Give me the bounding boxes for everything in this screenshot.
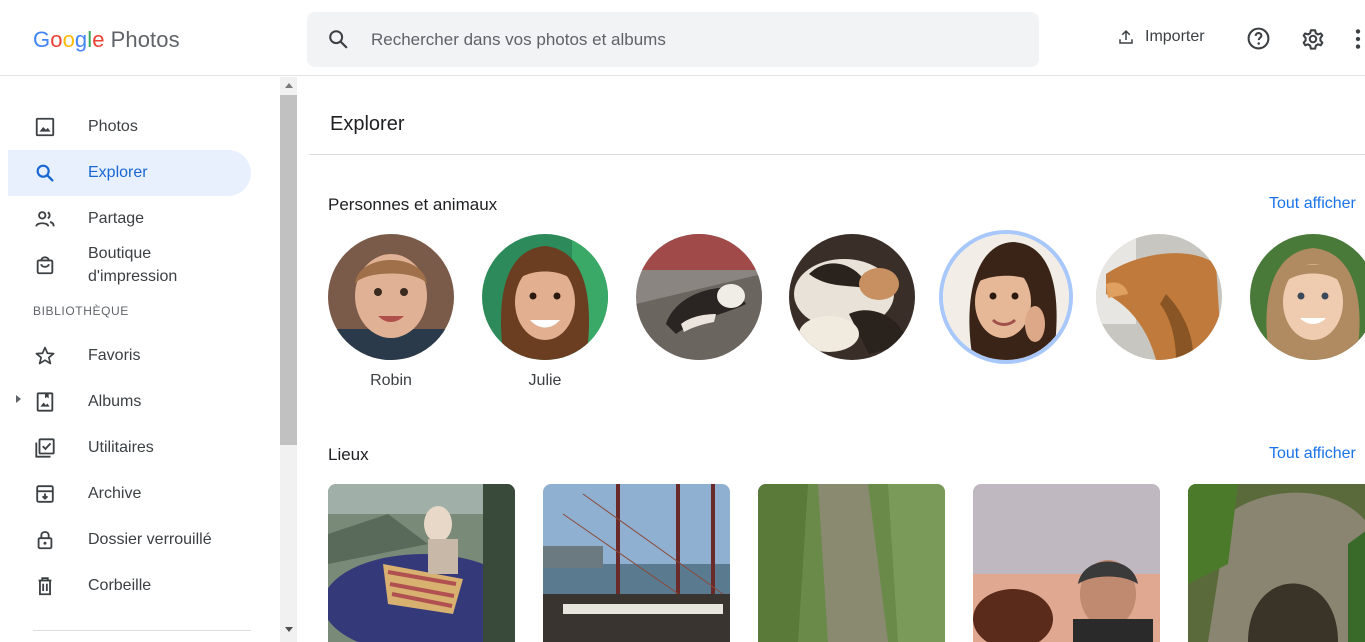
place-photo	[543, 484, 730, 642]
library-section-label: BIBLIOTHÈQUE	[33, 304, 129, 318]
sidebar-scrollbar[interactable]	[280, 77, 297, 642]
people-section-title: Personnes et animaux	[328, 195, 498, 214]
search-input[interactable]	[369, 20, 1013, 60]
logo-product-name: Photos	[110, 27, 180, 52]
logo-letter: e	[92, 27, 105, 52]
person-thumbnail[interactable]	[482, 234, 608, 360]
help-icon[interactable]	[1246, 26, 1271, 51]
title-divider	[309, 154, 1365, 155]
logo-letter: o	[62, 27, 75, 52]
sidebar-item-utilities[interactable]: Utilitaires	[8, 425, 251, 471]
sidebar-item-locked-folder[interactable]: Dossier verrouillé	[8, 517, 251, 563]
search-bar[interactable]	[307, 12, 1039, 67]
place-thumbnail[interactable]	[1188, 484, 1365, 642]
main-content: Explorer Personnes et animaux Tout affic…	[297, 77, 1365, 642]
people-see-all-link[interactable]: Tout afficher	[1269, 195, 1356, 213]
sidebar-item-label: Photos	[88, 118, 138, 135]
search-icon[interactable]	[327, 28, 349, 50]
cat-photo	[636, 234, 762, 360]
face-photo	[943, 234, 1069, 360]
place-photo	[1188, 484, 1365, 642]
page-title: Explorer	[330, 113, 405, 135]
sidebar-item-label: Corbeille	[88, 577, 152, 594]
sidebar-item-favorites[interactable]: Favoris	[8, 333, 251, 379]
import-label: Importer	[1145, 28, 1205, 45]
shopping-bag-icon	[36, 256, 54, 275]
sidebar-item-albums[interactable]: Albums	[8, 379, 251, 425]
sidebar-item-label-line2: d'impression	[88, 268, 178, 285]
scrollbar-thumb[interactable]	[280, 95, 297, 445]
album-icon	[36, 392, 54, 412]
people-icon	[35, 211, 55, 227]
logo-letter: g	[74, 27, 88, 52]
pet-thumbnail[interactable]	[789, 234, 915, 360]
person-thumbnail[interactable]	[1250, 234, 1365, 360]
search-icon	[36, 164, 54, 182]
sidebar-item-explorer[interactable]: Explorer	[8, 150, 251, 196]
sidebar-item-archive[interactable]: Archive	[8, 471, 251, 517]
sidebar-item-label: Archive	[88, 485, 142, 502]
person-thumbnail[interactable]	[328, 234, 454, 360]
sidebar-item-label-line1: Boutique	[88, 245, 152, 262]
settings-icon[interactable]	[1300, 26, 1326, 52]
sidebar-item-label: Boutique d'impression	[88, 242, 177, 288]
place-photo	[758, 484, 945, 642]
sidebar-item-label: Albums	[88, 393, 142, 410]
star-icon	[35, 346, 55, 365]
face-photo	[328, 234, 454, 360]
upload-icon	[1119, 29, 1133, 44]
scroll-up-arrow[interactable]	[285, 83, 293, 88]
face-photo	[1250, 234, 1365, 360]
place-photo	[973, 484, 1160, 642]
face-photo	[482, 234, 608, 360]
logo-letter: G	[33, 27, 51, 52]
scroll-down-arrow[interactable]	[285, 627, 293, 632]
place-photo	[328, 484, 515, 642]
lock-icon	[37, 531, 53, 550]
places-see-all-link[interactable]: Tout afficher	[1269, 445, 1356, 463]
person-thumbnail-selected[interactable]	[943, 234, 1069, 360]
pet-thumbnail[interactable]	[1096, 234, 1222, 360]
logo-letter: o	[50, 27, 63, 52]
trash-icon	[38, 577, 52, 596]
person-name: Robin	[370, 372, 412, 389]
sidebar-item-label: Utilitaires	[88, 439, 154, 456]
place-thumbnail[interactable]	[758, 484, 945, 642]
person-name: Julie	[528, 372, 562, 389]
archive-icon	[36, 485, 54, 503]
import-button[interactable]: Importer	[1117, 28, 1205, 46]
sidebar: Photos Explorer Partage Boutique d'impre…	[0, 77, 296, 642]
sidebar-divider	[33, 630, 251, 631]
places-section-title: Lieux	[328, 445, 369, 464]
cat-photo	[789, 234, 915, 360]
place-thumbnail[interactable]	[328, 484, 515, 642]
sidebar-item-label: Partage	[88, 210, 145, 227]
sidebar-item-print-store[interactable]: Boutique d'impression	[8, 242, 251, 288]
sidebar-item-photos[interactable]: Photos	[8, 104, 251, 150]
dog-photo	[1096, 234, 1222, 360]
photo-icon	[35, 117, 55, 137]
google-photos-logo[interactable]: Google Photos	[33, 27, 180, 53]
sidebar-item-label: Dossier verrouillé	[88, 531, 212, 548]
place-thumbnail[interactable]	[543, 484, 730, 642]
place-thumbnail[interactable]	[973, 484, 1160, 642]
pet-thumbnail[interactable]	[636, 234, 762, 360]
sidebar-item-sharing[interactable]: Partage	[8, 196, 251, 242]
more-vert-icon[interactable]	[1351, 26, 1365, 52]
sidebar-item-trash[interactable]: Corbeille	[8, 563, 251, 609]
sidebar-item-label: Explorer	[88, 164, 148, 181]
utilities-icon	[35, 438, 55, 458]
sidebar-item-label: Favoris	[88, 347, 141, 364]
top-app-bar: GooglePhotos Importer	[0, 0, 1365, 76]
